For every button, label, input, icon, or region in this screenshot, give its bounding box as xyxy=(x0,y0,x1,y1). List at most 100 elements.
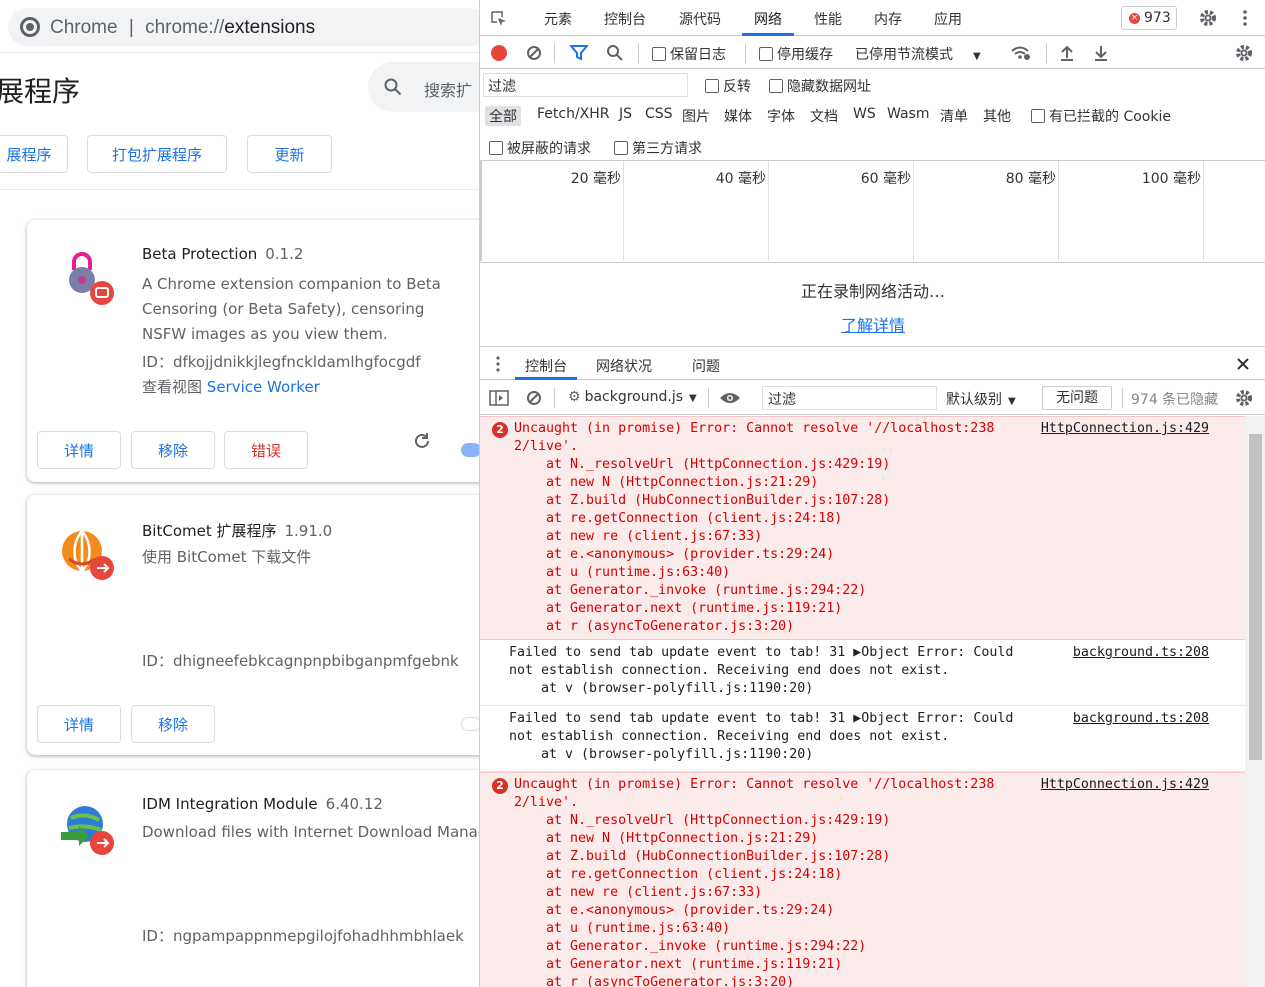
console-scrollbar[interactable] xyxy=(1245,416,1265,987)
live-expression-eye-icon[interactable] xyxy=(719,391,741,405)
drawer-tab-network-conditions[interactable]: 网络状况 xyxy=(596,356,652,376)
type-filter-doc[interactable]: 文档 xyxy=(810,106,838,126)
drawer-tab-issues[interactable]: 问题 xyxy=(692,356,720,376)
filter-icon[interactable] xyxy=(570,45,588,61)
sidebar-toggle-icon[interactable] xyxy=(489,390,509,406)
tab-sources[interactable]: 源代码 xyxy=(679,9,721,29)
enable-toggle[interactable] xyxy=(461,443,479,457)
console-settings-gear-icon[interactable] xyxy=(1234,388,1254,408)
throttling-select[interactable]: 已停用节流模式 ▼ xyxy=(855,44,981,64)
console-messages[interactable]: 2 Uncaught (in promise) Error: Cannot res… xyxy=(480,416,1245,987)
learn-more-text[interactable]: 了解详情 xyxy=(841,316,905,335)
type-filter-fetch[interactable]: Fetch/XHR xyxy=(537,106,610,122)
source-link[interactable]: background.ts:208 xyxy=(1073,644,1209,662)
settings-gear-icon[interactable] xyxy=(1198,8,1218,28)
active-tab-indicator xyxy=(515,377,577,380)
console-error-message[interactable]: 2 Uncaught (in promise) Error: Cannot res… xyxy=(480,772,1245,987)
record-button[interactable] xyxy=(491,45,507,61)
learn-more-link[interactable]: 了解详情 xyxy=(480,312,1265,336)
clear-icon[interactable] xyxy=(526,45,542,61)
stack-frame: at re.getConnection (client.js:24:18) xyxy=(514,511,843,526)
extension-card: Beta Protection 0.1.2 A Chrome extension … xyxy=(27,220,479,482)
network-settings-gear-icon[interactable] xyxy=(1234,43,1254,63)
drawer-menu-icon[interactable] xyxy=(496,355,500,373)
console-log-message[interactable]: Failed to send tab update event to tab! … xyxy=(480,706,1245,772)
issues-button[interactable]: 无问题 xyxy=(1042,386,1112,410)
close-icon[interactable] xyxy=(1235,356,1251,372)
network-overview-timeline[interactable]: 20 毫秒 40 毫秒 60 毫秒 80 毫秒 100 毫秒 xyxy=(480,161,1265,263)
type-filter-css[interactable]: CSS xyxy=(645,106,673,122)
context-selector[interactable]: ⚙ background.js ▼ xyxy=(568,389,697,405)
source-link[interactable]: HttpConnection.js:429 xyxy=(1041,420,1209,438)
type-filter-font[interactable]: 字体 xyxy=(767,106,795,126)
blocked-requests-checkbox[interactable]: 被屏蔽的请求 xyxy=(489,138,591,158)
preserve-log-checkbox[interactable]: 保留日志 xyxy=(652,44,726,64)
extension-id: ID：ngpampappnmepgilojfohadhhmbhlaek xyxy=(142,925,464,946)
type-filter-img[interactable]: 图片 xyxy=(682,106,710,126)
repeat-count-badge: 2 xyxy=(492,422,508,438)
reload-icon[interactable] xyxy=(412,431,432,451)
search-icon[interactable] xyxy=(606,44,624,62)
type-filter-js[interactable]: JS xyxy=(619,106,632,122)
third-party-checkbox[interactable]: 第三方请求 xyxy=(614,138,702,158)
toolbar-separator xyxy=(554,388,555,408)
blocked-cookies-checkbox[interactable]: 有已拦截的 Cookie xyxy=(1031,106,1171,126)
enable-toggle[interactable] xyxy=(461,717,479,731)
context-label: background.js xyxy=(584,389,683,405)
tab-elements[interactable]: 元素 xyxy=(544,9,572,29)
source-link[interactable]: HttpConnection.js:429 xyxy=(1041,776,1209,794)
tab-performance[interactable]: 性能 xyxy=(814,9,842,29)
remove-button[interactable]: 移除 xyxy=(131,431,215,469)
type-filter-ws[interactable]: WS xyxy=(853,106,876,122)
tab-network[interactable]: 网络 xyxy=(754,9,782,29)
element-picker-icon[interactable] xyxy=(490,10,508,28)
remove-button[interactable]: 移除 xyxy=(131,705,215,743)
log-levels-select[interactable]: 默认级别 ▼ xyxy=(946,389,1016,409)
extension-id: ID：dfkojjdnikkjlegfnckldamlhgfocgdf xyxy=(142,351,421,372)
update-button[interactable]: 更新 xyxy=(247,135,332,173)
disable-cache-label: 停用缓存 xyxy=(777,47,833,63)
error-icon: × xyxy=(1129,13,1140,24)
details-button[interactable]: 详情 xyxy=(37,705,121,743)
network-conditions-icon[interactable] xyxy=(1010,45,1032,61)
service-worker-link[interactable]: Service Worker xyxy=(207,378,320,396)
type-filter-wasm[interactable]: Wasm xyxy=(887,106,929,122)
more-options-icon[interactable] xyxy=(1235,8,1255,28)
hide-data-urls-checkbox[interactable]: 隐藏数据网址 xyxy=(769,76,871,96)
toolbar-separator xyxy=(708,388,709,408)
extension-version: 1.91.0 xyxy=(284,522,333,540)
tab-memory[interactable]: 内存 xyxy=(874,9,902,29)
scrollbar-thumb[interactable] xyxy=(1249,434,1262,760)
throttling-label: 已停用节流模式 xyxy=(855,47,953,63)
network-filter-input[interactable]: 过滤 xyxy=(483,73,688,97)
omnibox-text[interactable]: Chrome | chrome://extensions xyxy=(50,17,315,39)
source-link[interactable]: background.ts:208 xyxy=(1073,710,1209,728)
type-filter-manifest[interactable]: 清单 xyxy=(940,106,968,126)
invert-checkbox[interactable]: 反转 xyxy=(705,76,751,96)
disable-cache-checkbox[interactable]: 停用缓存 xyxy=(759,44,833,64)
search-input[interactable]: 搜索扩 xyxy=(424,77,472,101)
error-count-badge[interactable]: × 973 xyxy=(1121,6,1177,30)
drawer-tab-console[interactable]: 控制台 xyxy=(525,356,567,376)
type-filter-media[interactable]: 媒体 xyxy=(724,106,752,126)
tab-console[interactable]: 控制台 xyxy=(604,9,646,29)
checkbox-box xyxy=(705,79,719,93)
errors-button[interactable]: 错误 xyxy=(224,431,308,469)
details-button[interactable]: 详情 xyxy=(37,431,121,469)
omnibox-separator: | xyxy=(128,17,134,38)
export-har-icon[interactable] xyxy=(1093,44,1109,62)
stack-frame: at N._resolveUrl (HttpConnection.js:429:… xyxy=(514,457,891,472)
stack-frame: at u (runtime.js:63:40) xyxy=(514,565,731,580)
console-error-message[interactable]: 2 Uncaught (in promise) Error: Cannot res… xyxy=(480,416,1245,640)
tab-application[interactable]: 应用 xyxy=(934,9,962,29)
pack-extension-button[interactable]: 打包扩展程序 xyxy=(87,135,227,173)
console-log-message[interactable]: Failed to send tab update event to tab! … xyxy=(480,640,1245,706)
clear-console-icon[interactable] xyxy=(526,390,542,406)
import-har-icon[interactable] xyxy=(1059,44,1075,62)
stack-frame: at N._resolveUrl (HttpConnection.js:429:… xyxy=(514,813,891,828)
hide-data-urls-label: 隐藏数据网址 xyxy=(787,79,871,95)
console-filter-input[interactable]: 过滤 xyxy=(762,386,937,410)
load-unpacked-button[interactable]: 展程序 xyxy=(0,135,68,173)
type-filter-other[interactable]: 其他 xyxy=(983,106,1011,126)
type-filter-all[interactable]: 全部 xyxy=(485,106,521,126)
